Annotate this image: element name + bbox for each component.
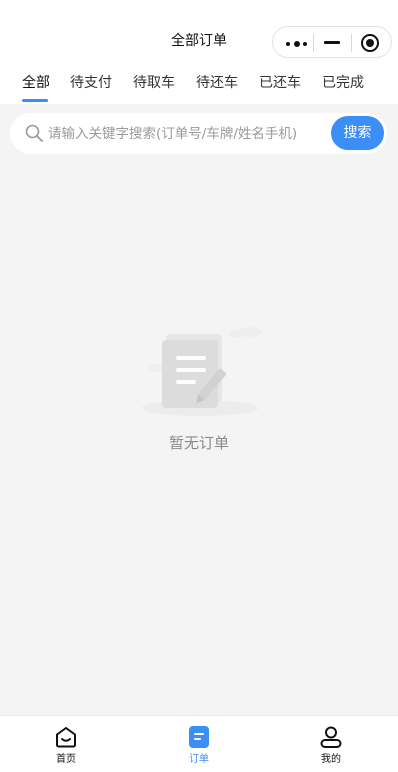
tabbar-orders[interactable]: 订单: [159, 716, 239, 772]
search-input[interactable]: [48, 123, 330, 145]
home-icon: [54, 725, 78, 749]
mini-program-capsule: [272, 26, 392, 58]
search-button[interactable]: 搜索: [331, 116, 384, 150]
tabbar-home[interactable]: 首页: [26, 716, 106, 772]
capsule-divider: [313, 34, 314, 52]
more-dots-icon[interactable]: [286, 41, 308, 47]
bottom-tabbar: 首页 订单 我的: [0, 715, 398, 772]
order-status-tabs: 全部 待支付 待取车 待还车 已还车 已完成: [0, 73, 398, 103]
search-icon: [25, 124, 43, 142]
user-icon: [319, 725, 343, 749]
tab-pending-payment[interactable]: 待支付: [70, 73, 112, 93]
empty-state-text: 暂无订单: [168, 434, 229, 452]
header-area: 全部订单 全部 待支付 待取车 待还车 已还车 已完成: [0, 0, 398, 104]
minimize-icon[interactable]: [324, 41, 340, 44]
tabbar-profile[interactable]: 我的: [291, 716, 371, 772]
capsule-divider: [351, 34, 352, 52]
order-document-icon: [187, 725, 211, 749]
tab-all[interactable]: 全部: [22, 73, 50, 93]
search-bar: 搜索: [10, 113, 387, 154]
tab-pending-pickup[interactable]: 待取车: [133, 73, 175, 93]
target-close-icon[interactable]: [361, 34, 379, 52]
tab-returned[interactable]: 已还车: [259, 73, 301, 93]
tabbar-home-label: 首页: [56, 754, 76, 765]
tab-pending-return[interactable]: 待还车: [196, 73, 238, 93]
active-tab-indicator: [22, 99, 48, 102]
tab-completed[interactable]: 已完成: [322, 73, 364, 93]
tabbar-profile-label: 我的: [321, 754, 341, 765]
tabbar-orders-label: 订单: [189, 754, 209, 765]
document-pencil-illustration: [136, 324, 266, 420]
